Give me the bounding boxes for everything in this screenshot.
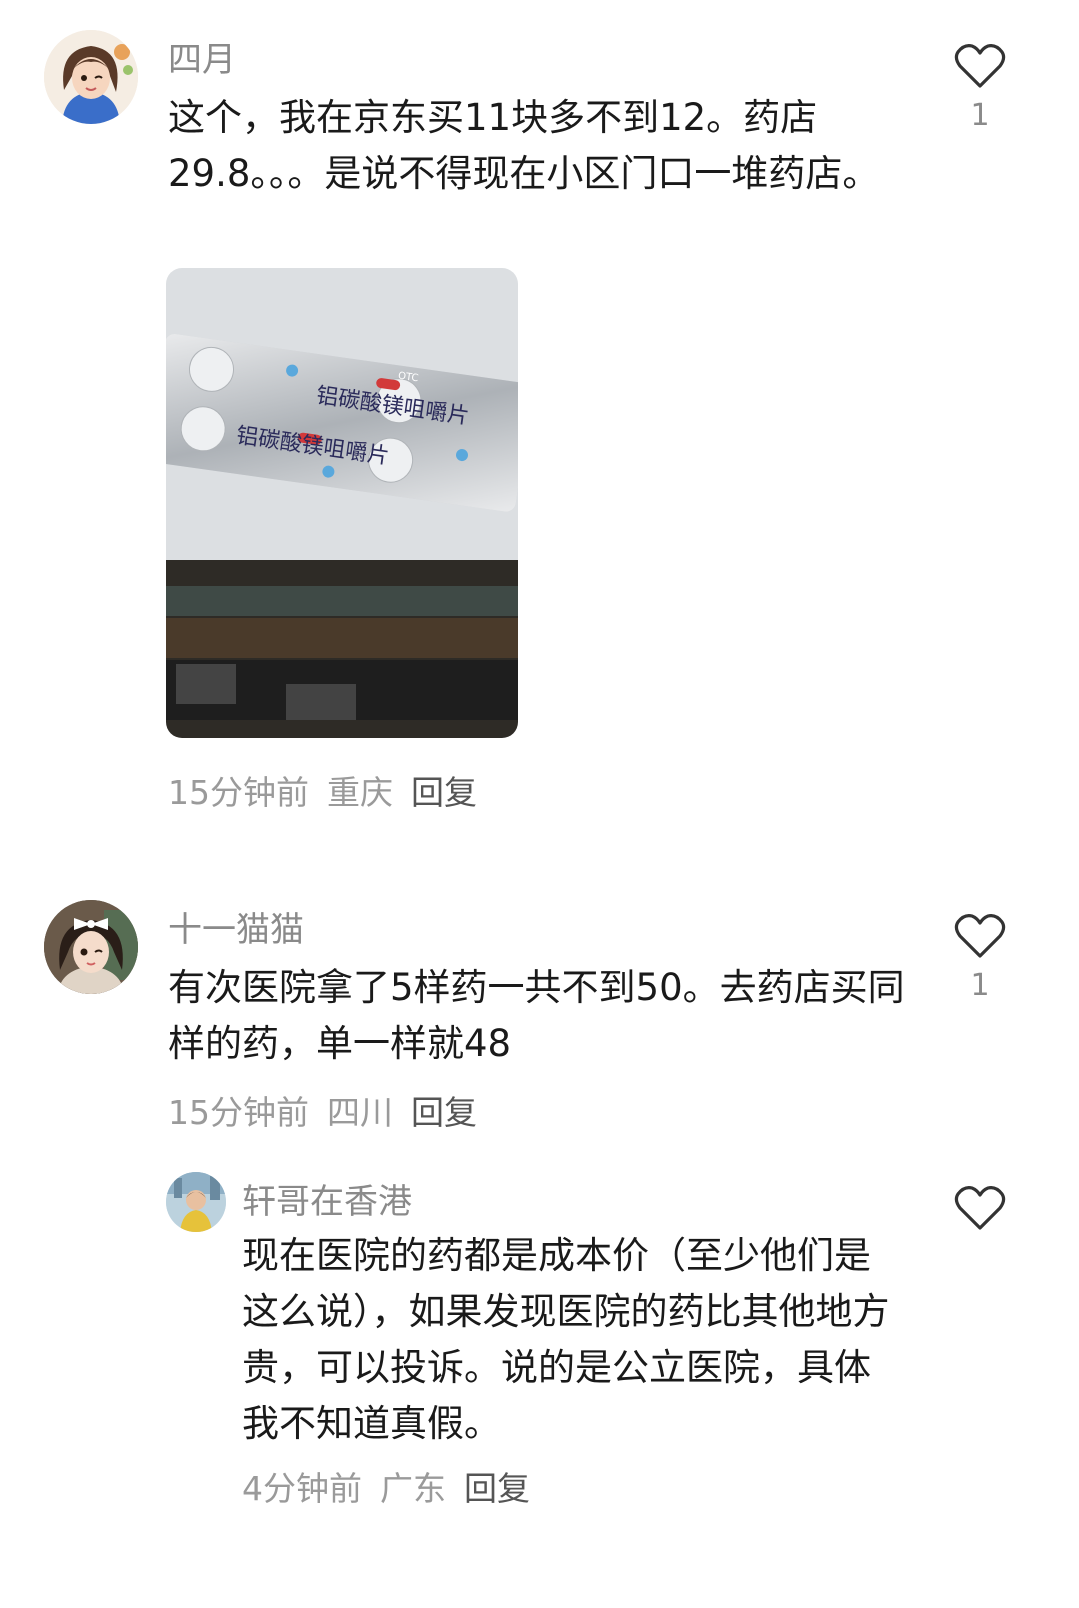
- cartoon-girl-avatar-icon: [44, 30, 138, 124]
- location: 广东: [380, 1469, 446, 1508]
- timestamp: 4分钟前: [242, 1469, 362, 1508]
- comment-meta: 15分钟前 四川 回复: [168, 1086, 477, 1134]
- username[interactable]: 十一猫猫: [168, 902, 304, 951]
- reply-button[interactable]: 回复: [411, 1093, 477, 1132]
- like-button[interactable]: [950, 1184, 1010, 1240]
- location: 重庆: [327, 773, 393, 812]
- heart-icon: [954, 44, 1006, 88]
- timestamp: 15分钟前: [168, 773, 309, 812]
- comment-meta: 15分钟前 重庆 回复: [168, 766, 477, 814]
- avatar[interactable]: [44, 900, 138, 994]
- boy-photo-avatar-icon: [166, 1172, 226, 1232]
- location: 四川: [327, 1093, 393, 1132]
- comment-photo[interactable]: 铝碳酸镁咀嚼片 铝碳酸镁咀嚼片 OTC: [166, 268, 518, 738]
- timestamp: 15分钟前: [168, 1093, 309, 1132]
- like-button[interactable]: 1: [950, 912, 1010, 1003]
- avatar[interactable]: [44, 30, 138, 124]
- username[interactable]: 四月: [168, 32, 236, 81]
- girl-with-bow-avatar-icon: [44, 900, 138, 994]
- like-count: 1: [970, 98, 990, 133]
- medicine-blister-photo: [166, 268, 518, 738]
- like-count: 1: [970, 968, 990, 1003]
- username[interactable]: 轩哥在香港: [242, 1174, 412, 1223]
- avatar[interactable]: [166, 1172, 226, 1232]
- comment-meta: 4分钟前 广东 回复: [242, 1462, 530, 1510]
- reply-button[interactable]: 回复: [464, 1469, 530, 1508]
- heart-icon: [954, 1186, 1006, 1230]
- comment-text: 这个，我在京东买11块多不到12。药店29.8。。。是说不得现在小区门口一堆药店…: [168, 96, 880, 195]
- reply-button[interactable]: 回复: [411, 773, 477, 812]
- comment-text: 现在医院的药都是成本价（至少他们是这么说），如果发现医院的药比其他地方贵，可以投…: [242, 1234, 890, 1445]
- like-button[interactable]: 1: [950, 42, 1010, 133]
- comment-text: 有次医院拿了5样药一共不到50。去药店买同样的药，单一样就48: [168, 966, 905, 1065]
- heart-icon: [954, 914, 1006, 958]
